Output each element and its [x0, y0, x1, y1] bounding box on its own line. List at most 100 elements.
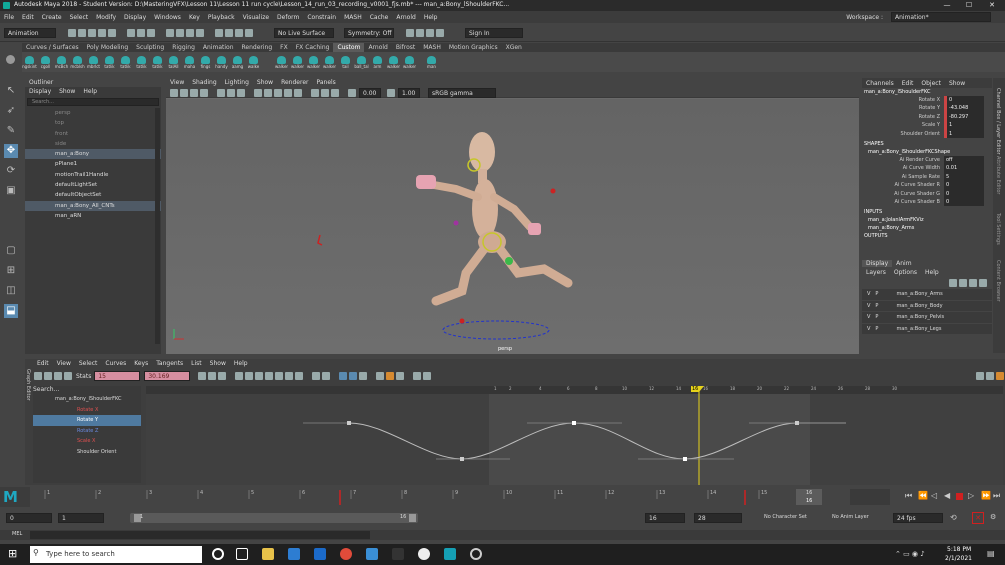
select-component-icon[interactable] — [147, 28, 155, 37]
render-icon[interactable] — [225, 28, 233, 37]
layer-menu-help[interactable]: Help — [925, 269, 939, 276]
menu-modify[interactable]: Modify — [96, 14, 116, 21]
step-back-key-icon[interactable]: ⏪ — [918, 491, 928, 500]
outliner-menu-show[interactable]: Show — [59, 88, 75, 95]
channelbox-menu-object[interactable]: Object — [921, 80, 941, 87]
outliner-item-top[interactable]: top — [25, 118, 161, 128]
graph-menu-show[interactable]: Show — [210, 359, 226, 369]
shelf-tab-rigging[interactable]: Rigging — [168, 43, 199, 52]
graph-layout-icon[interactable] — [976, 372, 984, 380]
menu-create[interactable]: Create — [42, 14, 62, 21]
shelf-button[interactable]: fings — [198, 55, 213, 69]
graph-item-rotate-y[interactable]: Rotate Y — [33, 415, 141, 426]
outliner-item-motion-trail[interactable]: motionTrail1Handle — [25, 170, 161, 180]
unify-tangent-icon[interactable] — [322, 372, 331, 380]
channelbox-menu-edit[interactable]: Edit — [902, 80, 914, 87]
shape-attr-value[interactable]: 0.01 — [944, 164, 984, 173]
menu-deform[interactable]: Deform — [277, 14, 299, 21]
textured-icon[interactable] — [274, 88, 282, 97]
playblast-icon[interactable] — [436, 28, 444, 37]
layer-tab-anim[interactable]: Anim — [892, 260, 915, 267]
loop-icon[interactable]: ⟲ — [950, 513, 957, 522]
layer-visibility[interactable]: V — [867, 301, 870, 312]
viewport-menu-show[interactable]: Show — [257, 78, 273, 88]
xray-icon[interactable] — [311, 88, 319, 97]
keyframe[interactable] — [795, 421, 799, 425]
side-tab-content-browser[interactable]: Content Browser — [995, 260, 1001, 302]
shelf-button[interactable]: tatlik — [150, 55, 165, 69]
viewport-scene[interactable]: persp — [166, 99, 859, 354]
outliner-item-bony-all-cnts[interactable]: man_a:Bony_All_CNTs — [25, 200, 161, 211]
frame-selection-icon[interactable] — [208, 372, 217, 380]
graph-menu-list[interactable]: List — [191, 359, 202, 369]
shelf-tab-curves-surfaces[interactable]: Curves / Surfaces — [22, 43, 83, 52]
shape-attr-value[interactable]: 0 — [944, 189, 984, 198]
viewport-menu-renderer[interactable]: Renderer — [281, 78, 308, 88]
minimize-button[interactable]: — — [937, 0, 957, 11]
shelf-tab-motion-graphics[interactable]: Motion Graphics — [445, 43, 502, 52]
shelf-button[interactable]: ball_tal — [354, 55, 369, 69]
outliner-item-man-arn[interactable]: man_aRN — [25, 211, 161, 221]
side-tab-channel-box[interactable]: Channel Box / Layer Editor — [995, 88, 1001, 155]
menu-mash[interactable]: MASH — [344, 14, 362, 21]
shelf-button[interactable]: walker — [322, 55, 337, 69]
viewport-menu-shading[interactable]: Shading — [192, 78, 216, 88]
channel-value[interactable]: 1 — [944, 129, 984, 138]
cortana-icon[interactable] — [212, 548, 224, 560]
shelf-button[interactable]: walker — [386, 55, 401, 69]
camera-icon[interactable] — [170, 88, 178, 97]
flat-tangent-icon[interactable] — [275, 372, 284, 380]
animation-start-field[interactable]: 0 — [6, 513, 52, 523]
menu-visualize[interactable]: Visualize — [243, 14, 269, 21]
shelf-tab-mash[interactable]: MASH — [419, 43, 445, 52]
move-key-icon[interactable] — [34, 372, 42, 380]
graph-menu-help[interactable]: Help — [234, 359, 248, 369]
graph-item-scale-x[interactable]: Scale X — [33, 436, 141, 447]
scale-tool-icon[interactable]: ▣ — [4, 184, 18, 198]
range-end-handle[interactable] — [409, 514, 416, 522]
menu-set-select[interactable]: Animation — [4, 27, 56, 38]
rotate-tool-icon[interactable]: ⟳ — [4, 164, 18, 178]
camera-attributes-icon[interactable] — [180, 88, 188, 97]
menu-arnold[interactable]: Arnold — [396, 14, 415, 21]
sculpt-icon[interactable] — [406, 28, 414, 37]
store-icon[interactable] — [288, 548, 300, 560]
play-backward-icon[interactable]: ◀ — [944, 491, 950, 500]
shelf-button[interactable]: walker — [274, 55, 289, 69]
symmetry-select[interactable]: Symmetry: Off — [344, 27, 394, 38]
shelf-button[interactable]: cgoll — [38, 55, 53, 69]
anim-layer-label[interactable]: No Anim Layer — [832, 514, 869, 520]
layer-playback[interactable]: P — [875, 289, 878, 300]
insert-key-icon[interactable] — [44, 372, 52, 380]
viewport-menu-panels[interactable]: Panels — [316, 78, 335, 88]
side-tab-tool-settings[interactable]: Tool Settings — [995, 213, 1001, 245]
step-forward-frame-icon[interactable]: ▷ — [968, 491, 974, 500]
shelf-button[interactable]: aamg — [230, 55, 245, 69]
shelf-button[interactable]: maha — [182, 55, 197, 69]
viewport-menu-view[interactable]: View — [170, 78, 184, 88]
shelf-tab-rendering[interactable]: Rendering — [238, 43, 277, 52]
shelf-tab-xgen[interactable]: XGen — [502, 43, 526, 52]
undo-icon[interactable] — [98, 28, 106, 37]
colorspace-select[interactable]: sRGB gamma — [428, 87, 496, 98]
graph-menu-tangents[interactable]: Tangents — [156, 359, 183, 369]
layer-playback[interactable]: P — [875, 301, 878, 312]
outliner-item-default-light-set[interactable]: defaultLightSet — [25, 180, 161, 190]
clamped-tangent-icon[interactable] — [255, 372, 264, 380]
bookmark-icon[interactable] — [190, 88, 198, 97]
step-back-frame-icon[interactable]: ◁ — [931, 491, 937, 500]
graph-maximize-icon[interactable] — [996, 372, 1004, 380]
plateau-tangent-icon[interactable] — [295, 372, 304, 380]
ipr-icon[interactable] — [235, 28, 243, 37]
shelf-button[interactable]: talAll — [166, 55, 181, 69]
move-tool-icon[interactable]: ✥ — [4, 144, 18, 158]
image-plane-icon[interactable] — [200, 88, 208, 97]
playback-end-field[interactable]: 16 — [645, 513, 685, 523]
render-view-icon[interactable] — [426, 28, 434, 37]
shape-node-name[interactable]: man_a:Bony_lShoulderFKCShape — [862, 148, 992, 156]
shape-attr-row[interactable]: Ai Render Curve off — [862, 155, 992, 165]
outliner-menu-help[interactable]: Help — [83, 88, 97, 95]
shape-attr-value[interactable]: 5 — [944, 172, 984, 182]
snap-curve-icon[interactable] — [176, 28, 184, 37]
anim-prefs-icon[interactable]: ⚙ — [990, 513, 996, 521]
